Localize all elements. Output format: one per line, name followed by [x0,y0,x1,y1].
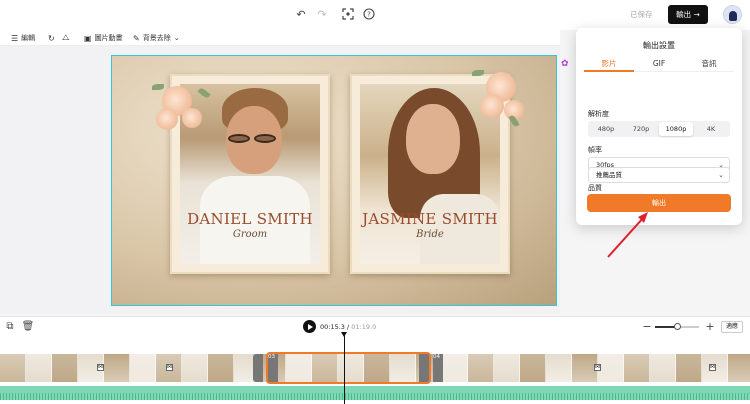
groom-name: DANIEL SMITH [187,210,313,228]
annotation-arrow-icon [607,212,648,258]
tab-audio[interactable]: 音訊 [684,58,734,72]
transition-marker[interactable]: ⋈ [97,364,104,371]
rose-decoration [182,108,202,128]
edit-tool-label: 編輯 [21,34,36,42]
clip-thumbnail [494,354,520,382]
duplicate-icon[interactable]: ⧉ [3,320,17,334]
sliders-icon: ☰ [11,33,19,43]
clip-thumbnail [598,354,624,382]
magic-sparkle-icon[interactable]: ✿ [561,59,569,69]
clip-thumbnail [208,354,234,382]
clip-thumbnail [130,354,156,382]
frame-rate-label: 幀率 [588,146,602,154]
zoom-in-icon[interactable]: + [703,320,717,334]
quality-select[interactable]: 推薦品質 ⌄ [588,167,730,183]
rose-decoration [480,94,504,118]
total-duration: 01:19.0 [351,323,377,331]
audio-waveform [0,393,750,400]
clip-tag: 04 [433,354,440,360]
leaf-decoration [152,84,164,90]
panel-title: 輸出設置 [643,41,675,50]
remove-background-tool[interactable]: ✎ 背景去除 ⌄ [133,32,180,44]
export-format-tabs: 影片 GIF 音訊 [584,58,734,72]
clip-handle-next[interactable]: 04 [433,354,443,382]
clip-thumbnail [728,354,750,382]
quality-value: 推薦品質 [596,171,622,179]
bride-name: JASMINE SMITH [362,210,498,228]
flip-icon: ⧍ [62,33,70,42]
clip-thumbnail [52,354,78,382]
time-readout: 00:15.3 / 01:19.0 [320,323,376,331]
audio-track[interactable] [0,386,750,400]
resolution-4k[interactable]: 4K [694,122,728,136]
export-button[interactable]: 輸出 → [668,5,708,24]
clip-thumbnail [624,354,650,382]
avatar[interactable] [723,5,742,24]
clip-thumbnail [650,354,676,382]
zoom-out-icon[interactable]: − [640,320,654,334]
clip-thumbnail [468,354,494,382]
rotate-icon: ↻ [48,33,55,43]
tab-video[interactable]: 影片 [584,58,634,72]
clip-thumbnail [520,354,546,382]
saved-status: 已保存 [630,10,653,19]
photo-frame-groom: DANIEL SMITH Groom [170,74,330,274]
current-time: 00:15.3 [320,323,345,331]
clip-thumbnail [0,354,26,382]
resolution-selector: 480p 720p 1080p 4K [588,121,730,137]
eraser-icon: ✎ [133,33,140,43]
flip-tool[interactable]: ⧍ [62,32,69,44]
chevron-down-icon: ⌄ [173,34,180,42]
trash-icon[interactable]: 🗑 [21,320,35,334]
bride-face [406,104,460,174]
export-button-label: 輸出 [676,10,692,19]
transition-marker[interactable]: ⋈ [709,364,716,371]
clip-thumbnail [676,354,702,382]
playback-bar: ⧉ 🗑 00:15.3 / 01:19.0 − + 適應 [0,316,750,336]
playhead[interactable] [341,332,347,404]
remove-background-label: 背景去除 [142,34,171,42]
clip-thumbnail [546,354,572,382]
redo-icon[interactable]: ↷ [315,8,329,22]
zoom-slider-knob[interactable] [673,323,681,330]
picture-animation-label: 圖片動畫 [94,34,123,42]
rose-decoration [156,108,178,130]
resolution-720p[interactable]: 720p [624,122,658,136]
sunglasses [228,134,250,143]
clip-handle-left[interactable] [253,354,263,382]
clip-thumbnail [442,354,468,382]
tab-gif[interactable]: GIF [634,58,684,72]
leaf-decoration [472,70,484,76]
image-icon: ▣ [84,33,92,43]
screenshot-icon[interactable] [341,8,355,22]
quality-label: 品質 [588,184,602,192]
clip-thumbnail [104,354,130,382]
groom-role: Groom [232,229,268,240]
resolution-label: 解析度 [588,110,609,118]
video-canvas[interactable]: DANIEL SMITH Groom JASMINE SMITH Bride [111,55,557,306]
edit-tool[interactable]: ☰ 編輯 [11,32,35,44]
picture-animation-tool[interactable]: ▣ 圖片動畫 [84,32,123,44]
fit-button[interactable]: 適應 [721,321,743,333]
transition-marker[interactable]: ⋈ [166,364,173,371]
arrow-right-icon: → [693,10,700,19]
editing-toolbar: ☰ 編輯 ↻ ⧍ ▣ 圖片動畫 ✎ 背景去除 ⌄ [0,30,560,46]
help-icon[interactable]: ? [362,8,376,22]
zoom-slider[interactable] [655,323,699,330]
resolution-480p[interactable]: 480p [589,122,623,136]
sunglasses-right [254,134,276,143]
top-bar: ↶ ↷ ? 已保存 輸出 → [0,0,750,30]
bride-role: Bride [416,229,444,240]
undo-icon[interactable]: ↶ [294,8,308,22]
selected-clip[interactable] [266,352,431,384]
chevron-down-icon: ⌄ [718,171,724,179]
timeline: 03 04 ⋈ ⋈ ⋈ ⋈ [0,336,750,404]
transition-marker[interactable]: ⋈ [594,364,601,371]
svg-text:?: ? [367,11,371,19]
resolution-1080p[interactable]: 1080p [659,122,693,136]
clip-thumbnail [26,354,52,382]
play-button[interactable] [303,320,316,333]
clip-thumbnail [182,354,208,382]
rotate-tool[interactable]: ↻ [48,32,55,44]
